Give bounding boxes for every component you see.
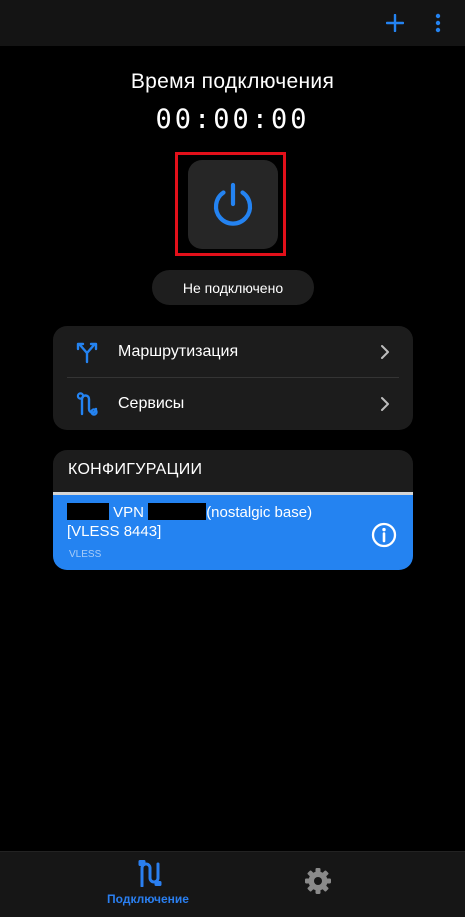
- more-vertical-icon: [435, 13, 441, 33]
- config-name: VPN (nostalgic base) [VLESS 8443]: [67, 503, 363, 541]
- bottom-navigation: Подключение: [0, 851, 465, 917]
- menu-item-label: Маршрутизация: [118, 343, 239, 360]
- nav-settings[interactable]: [258, 852, 378, 917]
- power-icon: [213, 182, 253, 226]
- top-app-bar: [0, 0, 465, 46]
- menu-item-services[interactable]: Сервисы: [53, 378, 413, 430]
- nav-connection-label: Подключение: [107, 892, 189, 906]
- connection-status-badge: Не подключено: [152, 270, 314, 305]
- nav-connection[interactable]: Подключение: [88, 852, 208, 917]
- power-button[interactable]: [188, 160, 278, 249]
- configurations-header: КОНФИГУРАЦИИ: [68, 461, 203, 478]
- chevron-right-icon: [381, 345, 389, 359]
- chevron-right-icon: [381, 397, 389, 411]
- plus-icon: [386, 14, 404, 32]
- config-item[interactable]: VPN (nostalgic base) [VLESS 8443] VLESS: [53, 495, 413, 570]
- connection-icon: [138, 860, 162, 887]
- connection-timer: 00:00:00: [155, 104, 310, 135]
- menu-item-routing[interactable]: Маршрутизация: [53, 326, 413, 378]
- config-name-vpn: VPN: [113, 504, 145, 521]
- services-icon: [76, 392, 98, 416]
- menu-item-label: Сервисы: [118, 395, 185, 412]
- more-options-button[interactable]: [421, 6, 455, 40]
- redacted-text: [148, 503, 207, 520]
- redacted-text: [67, 503, 109, 520]
- connection-time-title: Время подключения: [130, 70, 335, 93]
- info-icon[interactable]: [371, 522, 397, 548]
- menu-card: Маршрутизация Сервисы: [53, 326, 413, 430]
- routing-icon: [76, 342, 98, 364]
- configurations-card: КОНФИГУРАЦИИ VPN (nostalgic base) [VLESS…: [53, 450, 413, 570]
- add-config-button[interactable]: [378, 6, 412, 40]
- config-protocol: VLESS: [69, 549, 102, 560]
- gear-icon: [305, 868, 331, 894]
